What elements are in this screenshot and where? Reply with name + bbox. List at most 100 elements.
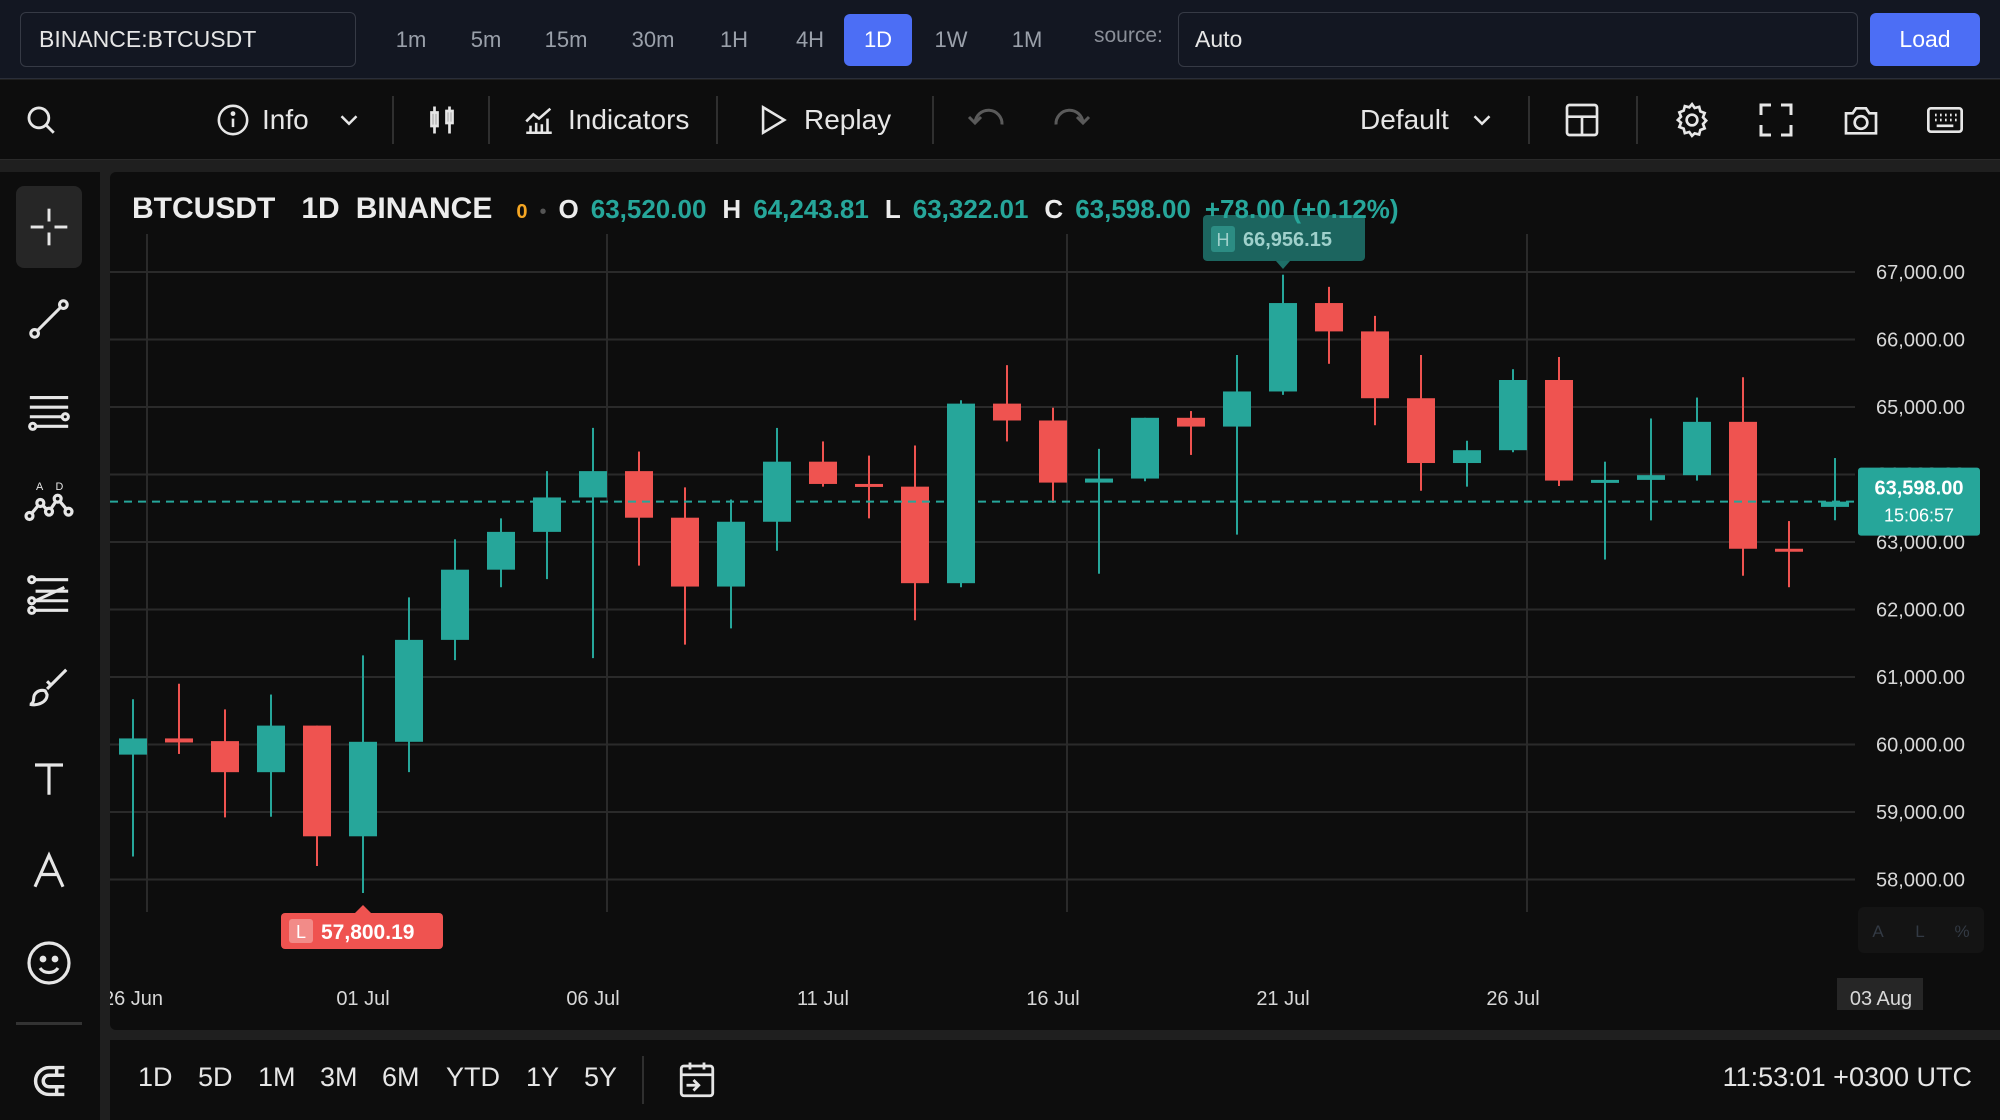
info-dropdown-button[interactable] [334,80,364,160]
candle-body[interactable] [1085,478,1113,483]
candle-body[interactable] [1453,450,1481,464]
candle-body[interactable] [1499,380,1527,451]
timeframe-1m[interactable]: 1M [1000,14,1054,66]
candle-body[interactable] [257,725,285,773]
candle-body[interactable] [1637,475,1665,480]
scale-button-auto[interactable]: A [1872,922,1884,941]
range-6m[interactable]: 6M [382,1062,420,1093]
candle-body[interactable] [809,461,837,484]
legend-low-label: L [884,194,901,224]
candle-body[interactable] [1269,303,1297,392]
timeframe-4h[interactable]: 4H [782,14,838,66]
screenshot-button[interactable] [1840,80,1882,160]
timeframe-1w[interactable]: 1W [920,14,982,66]
timeframe-5m[interactable]: 5m [456,14,516,66]
trend-line-tool[interactable] [16,278,82,360]
brush-tool[interactable] [16,646,82,728]
candle-body[interactable] [1315,303,1343,332]
candle-body[interactable] [717,521,745,587]
chart-type-button[interactable] [424,80,460,160]
candle-body[interactable] [441,569,469,640]
annotation-tool[interactable] [16,830,82,912]
candle-body[interactable] [671,517,699,587]
range-5d[interactable]: 5D [198,1062,233,1093]
magnet-icon [33,1065,65,1097]
range-ytd[interactable]: YTD [446,1062,500,1093]
pattern-tool[interactable]: AD [16,462,82,544]
replay-button[interactable]: Replay [756,80,891,160]
toolbar-divider [932,96,934,144]
candle-body[interactable] [349,741,377,837]
timeframe-1d[interactable]: 1D [844,14,912,66]
load-button[interactable]: Load [1870,13,1980,66]
candle-body[interactable] [947,403,975,584]
search-button[interactable] [24,80,58,160]
range-5y[interactable]: 5Y [584,1062,617,1093]
y-axis-tick-label: 65,000.00 [1876,397,1965,419]
candle-body[interactable] [1177,417,1205,427]
indicators-button[interactable]: Indicators [522,80,689,160]
timeframe-1h[interactable]: 1H [706,14,762,66]
candlestick-chart[interactable]: 58,000.00 59,000.00 60,000.00 61,000.00 62,0… [110,172,2000,1030]
candle-body[interactable] [1775,548,1803,552]
keyboard-button[interactable] [1924,80,1966,160]
candle-body[interactable] [211,741,239,773]
candle-body[interactable] [303,725,331,837]
chart-pane[interactable]: 58,000.00 59,000.00 60,000.00 61,000.00 62,0… [110,172,2000,1030]
candle-body[interactable] [625,471,653,518]
redo-button[interactable] [1050,80,1092,160]
candle-body[interactable] [579,471,607,498]
legend-dot: • [539,201,547,223]
timeframe-1m[interactable]: 1m [380,14,442,66]
candle-body[interactable] [1407,398,1435,464]
candle-body[interactable] [1683,421,1711,476]
candle-body[interactable] [1729,421,1757,549]
source-input[interactable] [1178,12,1858,67]
magnet-tool[interactable] [16,1040,82,1120]
candle-body[interactable] [763,461,791,522]
candle-body[interactable] [165,738,193,743]
candle-body[interactable] [1591,479,1619,483]
scale-button-log[interactable]: L [1915,922,1924,941]
candle-body[interactable] [119,738,147,755]
indicators-icon [525,107,552,135]
fib-tool[interactable] [16,370,82,452]
candle-body[interactable] [1361,331,1389,399]
candle-body[interactable] [487,531,515,570]
layout-icon [1565,103,1599,137]
range-1y[interactable]: 1Y [526,1062,559,1093]
symbol-input[interactable] [20,12,356,67]
forecast-tool[interactable] [16,554,82,636]
fullscreen-button[interactable] [1756,80,1796,160]
candle-body[interactable] [1545,380,1573,481]
low-marker-pointer [355,904,371,913]
emoji-tool[interactable] [16,922,82,1004]
crosshair-tool[interactable] [16,186,82,268]
settings-button[interactable] [1672,80,1712,160]
timeframe-30m[interactable]: 30m [618,14,688,66]
layout-select[interactable]: Default [1360,80,1497,160]
candle-body[interactable] [1039,420,1067,483]
y-axis-tick-label: 66,000.00 [1876,330,1965,352]
fullscreen-icon [1759,103,1793,137]
range-1m[interactable]: 1M [258,1062,296,1093]
candle-body[interactable] [1131,417,1159,479]
candle-body[interactable] [395,639,423,742]
replay-label: Replay [804,104,892,135]
candle-body[interactable] [993,403,1021,421]
range-1d[interactable]: 1D [138,1062,173,1093]
candle-body[interactable] [1223,391,1251,427]
legend-high-value: 64,243.81 [753,194,869,224]
svg-text:D: D [55,481,63,493]
text-tool[interactable] [16,738,82,820]
go-to-date-button[interactable] [676,1058,718,1107]
info-button[interactable]: Info [216,80,309,160]
layout-button[interactable] [1562,80,1602,160]
crosshair-icon [30,208,68,246]
y-axis-tick-label: 59,000.00 [1876,802,1965,824]
undo-button[interactable] [966,80,1008,160]
scale-button-percent[interactable]: % [1954,922,1969,941]
range-3m[interactable]: 3M [320,1062,358,1093]
candle-body[interactable] [855,483,883,487]
timeframe-15m[interactable]: 15m [530,14,602,66]
